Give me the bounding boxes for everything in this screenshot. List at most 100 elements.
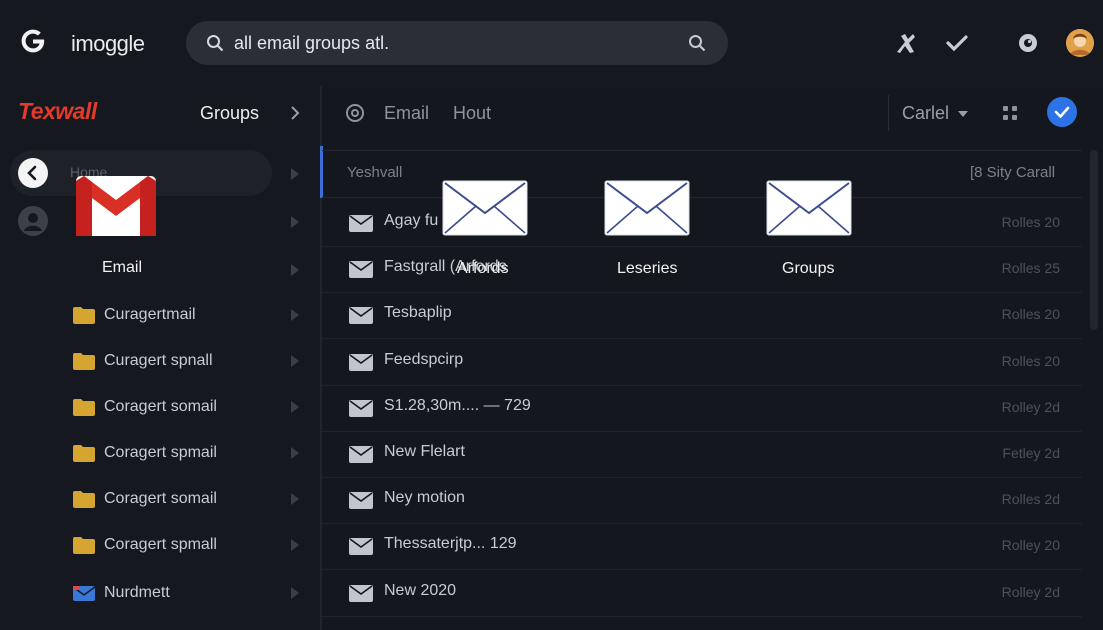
- sidebar-item-folder[interactable]: Nurdmett: [0, 575, 320, 615]
- list-header-left: Yeshvall: [347, 164, 403, 181]
- tab-email[interactable]: Email: [384, 103, 429, 124]
- search-icon: [207, 35, 224, 52]
- sidebar-item-label: Coragert spmail: [104, 444, 217, 461]
- search-submit-icon[interactable]: [688, 34, 706, 52]
- sidebar-item-folder[interactable]: Coragert somail: [0, 389, 320, 429]
- chevron-right-icon[interactable]: [290, 308, 300, 322]
- search-input[interactable]: all email groups atl.: [234, 33, 389, 54]
- scrollbar[interactable]: [1090, 150, 1098, 330]
- select-all-button[interactable]: [1047, 97, 1077, 127]
- folder-icon: [73, 307, 95, 324]
- folder-icon: [73, 445, 95, 462]
- email-sender: Agay fu: [384, 212, 439, 229]
- chevron-right-icon[interactable]: [290, 400, 300, 414]
- envelope-icon: [349, 215, 373, 232]
- list-header-right: [8 Sity Carall: [970, 164, 1056, 181]
- chevron-left-icon: [27, 165, 37, 181]
- chevron-right-icon[interactable]: [290, 492, 300, 506]
- sidebar-item-label: Curagert spnall: [104, 352, 213, 369]
- email-row[interactable]: Tesbaplip Rolles 20: [322, 292, 1082, 340]
- tab-hout[interactable]: Hout: [453, 103, 491, 124]
- sender-select[interactable]: Carlel: [902, 103, 969, 124]
- group-label[interactable]: Leseries: [617, 260, 677, 278]
- tools-icon[interactable]: [892, 30, 918, 56]
- main-header: [322, 86, 1103, 144]
- envelope-icon: [349, 492, 373, 510]
- chevron-right-icon[interactable]: [290, 354, 300, 368]
- email-date: Rolles 20: [1001, 306, 1060, 323]
- sidebar-item-folder[interactable]: Coragert somail: [0, 481, 320, 521]
- email-row[interactable]: Ney motion Rolles 2d: [322, 477, 1082, 525]
- email-row[interactable]: New Flelart Fetley 2d: [322, 431, 1082, 478]
- email-date: Rolley 2d: [1001, 583, 1060, 600]
- caret-down-icon: [958, 111, 969, 118]
- email-row[interactable]: New 2020 Rolley 2d: [322, 570, 1082, 617]
- sidebar-brand: Texwall: [18, 98, 97, 124]
- email-row[interactable]: Feedspcirp Rolles 20: [322, 339, 1082, 386]
- email-sender: New 2020: [384, 581, 457, 599]
- email-date: Rolles 2d: [1001, 491, 1060, 508]
- folder-icon: [73, 399, 95, 416]
- chevron-right-icon[interactable]: [290, 215, 300, 229]
- back-button[interactable]: [18, 158, 48, 188]
- chevron-right-icon[interactable]: [290, 167, 300, 181]
- chevron-right-icon[interactable]: [290, 106, 300, 120]
- avatar-image-icon: [1066, 29, 1094, 57]
- eye-icon[interactable]: [1015, 30, 1041, 56]
- sidebar-item-folder[interactable]: Curagertmail: [0, 297, 320, 337]
- mail-folder-icon: [73, 586, 95, 601]
- sender-select-value: Carlel: [902, 103, 950, 123]
- header-divider: [888, 95, 889, 131]
- sidebar-email-label[interactable]: Email: [102, 259, 142, 277]
- envelope-icon: [349, 584, 373, 602]
- gmail-icon[interactable]: [76, 176, 156, 236]
- chevron-right-icon[interactable]: [290, 586, 300, 600]
- email-row[interactable]: Thessaterjtp... 129 Rolley 20: [322, 523, 1082, 571]
- chevron-right-icon[interactable]: [290, 446, 300, 460]
- folder-icon: [73, 353, 95, 370]
- list-header: [322, 150, 1082, 198]
- grid-view-icon[interactable]: [1003, 106, 1017, 120]
- sidebar-title[interactable]: Groups: [200, 103, 259, 124]
- envelope-icon: [349, 261, 373, 279]
- email-date: Rolley 20: [1001, 537, 1060, 554]
- email-sender: Thessaterjtp... 129: [384, 535, 517, 553]
- google-logo-icon[interactable]: [18, 26, 48, 56]
- email-sender: Feedspcirp: [384, 350, 464, 368]
- envelope-icon[interactable]: [442, 180, 528, 236]
- envelope-icon[interactable]: [766, 180, 852, 236]
- search-bar[interactable]: all email groups atl.: [186, 21, 728, 65]
- email-sender: Tesbaplip: [384, 304, 452, 322]
- sidebar-item-label: Coragert spmall: [104, 536, 217, 553]
- at-icon[interactable]: [345, 103, 365, 123]
- envelope-icon: [349, 307, 373, 325]
- envelope-icon: [349, 353, 373, 371]
- sidebar-item-label: Coragert somail: [104, 398, 217, 415]
- avatar[interactable]: [1066, 29, 1094, 57]
- email-row[interactable]: Fastgrall (Arfords Rolles 25: [322, 246, 1082, 294]
- email-date: Rolley 2d: [1001, 398, 1060, 415]
- chevron-right-icon[interactable]: [290, 538, 300, 552]
- folder-icon: [73, 491, 95, 508]
- email-date: Fetley 2d: [1002, 445, 1060, 461]
- sidebar-item-label: Curagertmail: [104, 306, 196, 323]
- group-label[interactable]: Groups: [782, 260, 834, 278]
- check-icon[interactable]: [944, 30, 970, 56]
- email-row[interactable]: Agay fu Rolles 20: [322, 200, 1082, 247]
- envelope-icon[interactable]: [604, 180, 690, 236]
- email-date: Rolles 20: [1001, 214, 1060, 230]
- email-row[interactable]: S1.28,30m.... — 729 Rolley 2d: [322, 385, 1082, 432]
- folder-icon: [73, 537, 95, 554]
- email-date: Rolles 25: [1001, 260, 1060, 277]
- sidebar-item-folder[interactable]: Coragert spmall: [0, 527, 320, 567]
- sidebar-item-folder[interactable]: Coragert spmail: [0, 435, 320, 475]
- sidebar-item-label: Nurdmett: [104, 584, 170, 601]
- envelope-icon: [349, 538, 373, 556]
- sidebar-item-folder[interactable]: Curagert spnall: [0, 343, 320, 383]
- email-sender: New Flelart: [384, 443, 465, 460]
- sidebar-item-label: Coragert somail: [104, 490, 217, 507]
- group-label[interactable]: Arfords: [457, 260, 509, 278]
- chevron-right-icon[interactable]: [290, 263, 300, 277]
- user-icon[interactable]: [18, 206, 48, 236]
- person-icon: [24, 213, 42, 231]
